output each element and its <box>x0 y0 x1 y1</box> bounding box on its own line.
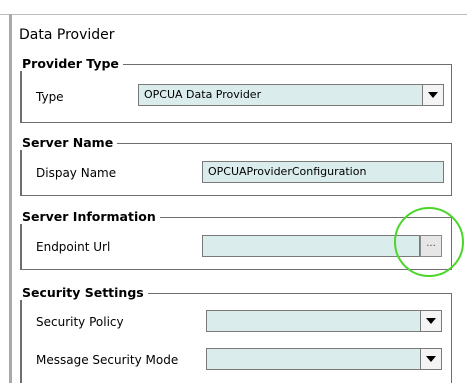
message-security-mode-dropdown-button[interactable] <box>420 349 441 369</box>
message-security-mode-label: Message Security Mode <box>36 353 179 367</box>
chevron-down-icon <box>426 356 436 362</box>
highlight-circle <box>394 207 464 277</box>
display-name-value: OPCUAProviderConfiguration <box>208 165 367 178</box>
security-policy-dropdown[interactable] <box>206 310 442 332</box>
panel-title: Data Provider <box>19 27 115 43</box>
type-dropdown-value: OPCUA Data Provider <box>144 88 262 101</box>
server-information-legend: Server Information <box>22 209 156 224</box>
chevron-down-icon <box>426 318 436 324</box>
security-policy-dropdown-button[interactable] <box>420 311 441 331</box>
type-dropdown-button[interactable] <box>422 85 443 105</box>
type-label: Type <box>36 90 64 104</box>
endpoint-url-input[interactable] <box>202 235 420 257</box>
left-border-bar <box>9 14 12 383</box>
security-policy-label: Security Policy <box>36 315 124 329</box>
provider-type-legend: Provider Type <box>22 56 119 71</box>
server-name-legend: Server Name <box>22 135 114 150</box>
display-name-input[interactable]: OPCUAProviderConfiguration <box>202 161 444 183</box>
message-security-mode-dropdown[interactable] <box>206 348 442 370</box>
top-divider <box>0 14 467 15</box>
chevron-down-icon <box>428 92 438 98</box>
type-dropdown[interactable]: OPCUA Data Provider <box>138 84 444 106</box>
security-settings-legend: Security Settings <box>22 285 144 300</box>
endpoint-url-label: Endpoint Url <box>36 240 111 254</box>
display-name-label: Dispay Name <box>36 166 117 180</box>
